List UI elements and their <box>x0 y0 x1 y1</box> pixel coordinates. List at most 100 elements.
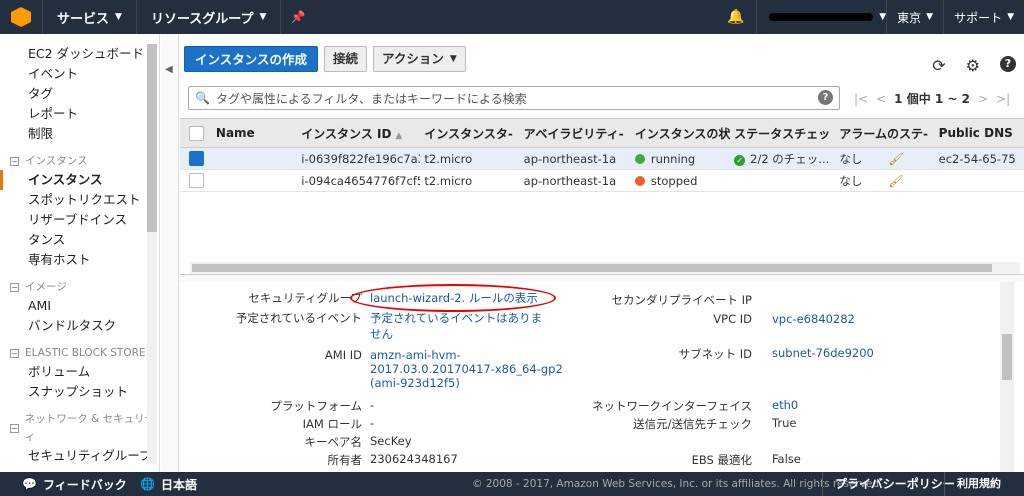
resource-groups-menu[interactable]: リソースグループ ▼ <box>135 0 281 34</box>
ami-id-value[interactable]: amzn-ami-hvm- 2017.03.0.20170417-x86_64-… <box>370 348 563 390</box>
sidebar-section-instances[interactable]: − インスタンス <box>0 152 159 170</box>
pin-icon[interactable]: 📌 <box>280 0 314 34</box>
network-interface-link[interactable]: eth0 <box>772 398 798 412</box>
subnet-id-value[interactable]: subnet-76de9200 <box>772 346 874 360</box>
actions-button[interactable]: アクション ▼ <box>373 46 466 72</box>
select-all-checkbox[interactable] <box>189 125 204 141</box>
alarm-brush-icon[interactable]: 🖌 <box>888 152 903 166</box>
vpc-id-value[interactable]: vpc-e6840282 <box>772 312 855 326</box>
language-selector[interactable]: 🌐 日本語 <box>140 476 220 493</box>
column-header-alarm-status[interactable]: アラームのステ- <box>835 125 934 142</box>
cell-status-checks: ✓ 2/2 のチェッ... <box>730 151 835 167</box>
security-group-label: セキュリティグループ <box>248 291 362 305</box>
table-row[interactable]: i-0639f822fe196c7a3 t2.micro ap-northeas… <box>180 148 1024 170</box>
next-page-icon[interactable]: > <box>978 92 988 106</box>
cell-instance-type: t2.micro <box>424 151 473 166</box>
last-page-icon[interactable]: >| <box>996 92 1010 106</box>
footer: 💬 フィードバック 🌐 日本語 © 2008 - 2017, Amazon We… <box>0 472 1024 496</box>
sidebar-item-reports[interactable]: レポート <box>0 104 159 124</box>
sidebar-item-ec2-dashboard[interactable]: EC2 ダッシュボード <box>0 44 159 64</box>
column-header-name[interactable]: Name▼ <box>212 126 297 140</box>
refresh-icon[interactable]: ⟳ <box>932 56 945 75</box>
network-interface-label: ネットワークインターフェイス <box>592 399 752 413</box>
pane-splitter[interactable] <box>180 274 1024 282</box>
sidebar-item-security-groups[interactable]: セキュリティグループ <box>0 446 159 466</box>
aws-logo-icon[interactable] <box>0 0 42 34</box>
chevron-left-icon: ◀ <box>165 64 173 75</box>
toolbar: インスタンスの作成 接続 アクション ▼ <box>180 34 1024 84</box>
services-menu[interactable]: サービス ▼ <box>42 0 136 34</box>
sidebar-item-ami[interactable]: AMI <box>0 296 159 316</box>
account-menu[interactable]: ▼ <box>756 0 886 34</box>
bell-icon[interactable]: 🔔 <box>716 9 756 25</box>
first-page-icon[interactable]: |< <box>854 92 868 106</box>
sidebar-item-spot-requests[interactable]: スポットリクエスト <box>0 190 159 210</box>
owner-value: 230624348167 <box>370 452 458 466</box>
table-row[interactable]: i-094ca4654776f7cf5 t2.micro ap-northeas… <box>180 170 1024 192</box>
gear-icon[interactable]: ⚙ <box>966 56 980 75</box>
connect-label: 接続 <box>333 51 359 66</box>
main-content: インスタンスの作成 接続 アクション ▼ ⟳ ⚙ ? 🔍 タグや属性によるフィル… <box>180 34 1024 472</box>
services-label: サービス <box>57 11 110 27</box>
sidebar-item-reserved-instances[interactable]: リザーブドインスタンス <box>0 210 130 250</box>
sidebar-section-label: イメージ <box>25 281 67 293</box>
table-header: Name▼ インスタンス ID▲ インスタンスタ- アベイラビリティ- インスタ… <box>180 118 1024 148</box>
cell-instance-type: t2.micro <box>424 173 473 188</box>
sidebar-item-dedicated-hosts[interactable]: 専有ホスト <box>0 250 159 270</box>
sidebar: EC2 ダッシュボード イベント タグ レポート 制限 − インスタンス インス… <box>0 34 160 472</box>
details-vertical-scrollbar[interactable] <box>1000 282 1014 472</box>
instances-table: Name▼ インスタンス ID▲ インスタンスタ- アベイラビリティ- インスタ… <box>180 118 1024 192</box>
sidebar-section-network[interactable]: − ネットワーク & セキュリティ <box>0 410 159 446</box>
sidebar-item-events[interactable]: イベント <box>0 64 159 84</box>
sidebar-item-tags[interactable]: タグ <box>0 84 159 104</box>
sidebar-section-ebs[interactable]: − ELASTIC BLOCK STORE <box>0 344 159 362</box>
column-header-public-dns[interactable]: Public DNS <box>935 126 1024 140</box>
cell-availability-zone: ap-northeast-1a <box>523 151 617 166</box>
column-header-instance-id[interactable]: インスタンス ID ▲ <box>297 125 420 142</box>
sidebar-item-volumes[interactable]: ボリューム <box>0 362 159 382</box>
column-header-availability-zone[interactable]: アベイラビリティ- <box>520 125 631 142</box>
cell-public-dns: ec2-54-65-75 <box>938 151 1016 166</box>
highlight-annotation <box>350 284 556 312</box>
sidebar-collapse-handle[interactable]: ◀ <box>161 34 179 472</box>
search-input[interactable]: 🔍 タグや属性によるフィルタ、またはキーワードによる検索 ? <box>188 86 840 110</box>
help-icon[interactable]: ? <box>1000 56 1016 72</box>
sidebar-item-snapshots[interactable]: スナップショット <box>0 382 159 402</box>
sidebar-item-limits[interactable]: 制限 <box>0 124 159 144</box>
connect-button[interactable]: 接続 <box>324 46 368 72</box>
cell-alarm-status: なし 🖌 <box>839 151 904 166</box>
key-pair-label: キーペア名 <box>304 435 363 449</box>
region-label: 東京 <box>897 10 922 25</box>
cell-alarm-status: なし 🖌 <box>839 173 904 188</box>
launch-instance-button[interactable]: インスタンスの作成 <box>184 46 319 72</box>
support-menu[interactable]: サポート ▼ <box>943 0 1024 34</box>
prev-page-icon[interactable]: < <box>876 92 886 106</box>
language-label: 日本語 <box>160 477 197 492</box>
sidebar-item-bundle-tasks[interactable]: バンドルタスク <box>0 316 159 336</box>
sidebar-scrollbar[interactable] <box>147 44 157 464</box>
sidebar-item-instances[interactable]: インスタンス <box>0 170 159 190</box>
source-dest-check-value: True <box>772 416 797 430</box>
sidebar-section-label: インスタンス <box>25 155 88 167</box>
feedback-button[interactable]: 💬 フィードバック <box>0 476 140 493</box>
row-checkbox[interactable] <box>189 173 204 188</box>
collapse-icon: − <box>10 348 19 358</box>
alarm-brush-icon[interactable]: 🖌 <box>888 174 903 188</box>
help-icon[interactable]: ? <box>818 90 833 105</box>
region-menu[interactable]: 東京 ▼ <box>886 0 943 34</box>
column-header-instance-type[interactable]: インスタンスタ- <box>420 125 519 142</box>
sidebar-section-images[interactable]: − イメージ <box>0 278 159 296</box>
instance-details-pane: セキュリティグループ launch-wizard-2. ルールの表示 予定されて… <box>180 282 1000 472</box>
source-dest-check-label: 送信元/送信先チェック <box>633 417 752 431</box>
collapse-icon: − <box>10 423 19 433</box>
column-header-instance-state[interactable]: インスタンスの状 <box>631 125 730 142</box>
ami-id-label: AMI ID <box>324 348 362 362</box>
copyright-text: © 2008 - 2017, Amazon Web Services, Inc.… <box>472 478 883 490</box>
terms-of-use-link[interactable]: 利用規約 <box>944 472 1013 496</box>
table-horizontal-scrollbar[interactable] <box>190 262 1020 274</box>
row-checkbox[interactable] <box>189 151 204 166</box>
sidebar-section-label: ELASTIC BLOCK STORE <box>25 347 146 359</box>
cell-instance-id: i-0639f822fe196c7a3 <box>301 151 421 166</box>
column-header-status-checks[interactable]: ステータスチェッ <box>730 125 835 142</box>
chevron-down-icon: ▼ <box>449 54 457 64</box>
